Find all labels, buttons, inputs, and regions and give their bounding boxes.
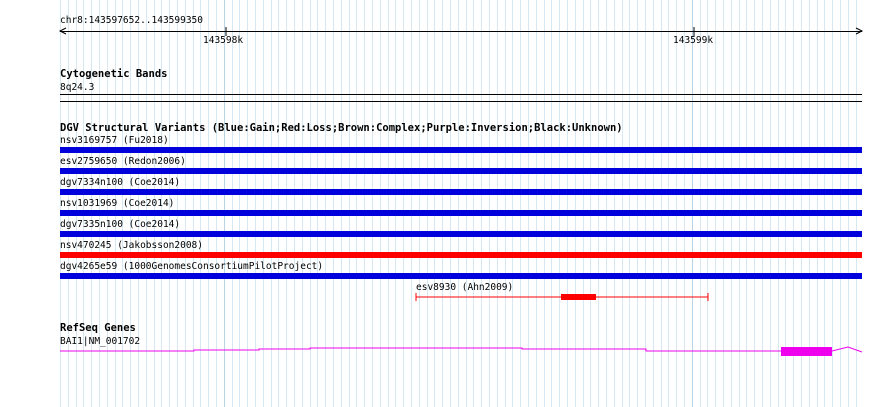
dgv-feature-bar[interactable] (60, 231, 862, 237)
ruler-tick-label-2: 143599k (673, 35, 714, 46)
ruler-arrows (58, 27, 864, 36)
dgv-feature-label[interactable]: dgv4265e59 (1000GenomesConsortiumPilotPr… (60, 261, 323, 272)
dgv-feature-bar[interactable] (60, 210, 862, 216)
dgv-feature-label[interactable]: nsv470245 (Jakobsson2008) (60, 240, 203, 251)
dgv-partial-feature-block (561, 294, 596, 300)
refseq-gene-glyph[interactable] (0, 340, 890, 364)
dgv-feature-label[interactable]: esv2759650 (Redon2006) (60, 156, 186, 167)
dgv-feature-label[interactable]: nsv3169757 (Fu2018) (60, 135, 169, 146)
ruler-tick-label-1: 143598k (203, 35, 244, 46)
dgv-track-title: DGV Structural Variants (Blue:Gain;Red:L… (60, 122, 623, 134)
dgv-feature-bar[interactable] (60, 252, 862, 258)
cytoband-top-line (60, 94, 862, 95)
genome-browser-view: chr8:143597652..143599350 143598k 143599… (0, 0, 890, 407)
dgv-feature-label[interactable]: nsv1031969 (Coe2014) (60, 198, 174, 209)
dgv-feature-bar[interactable] (60, 168, 862, 174)
refseq-gene-exon (781, 347, 832, 356)
refseq-gene-intron-line (60, 347, 781, 352)
cytoband-bottom-line (60, 101, 862, 102)
dgv-feature-bar[interactable] (60, 273, 862, 279)
dgv-feature-label[interactable]: dgv7335n100 (Coe2014) (60, 219, 180, 230)
refseq-gene-tail-line (831, 346, 863, 353)
dgv-feature-label[interactable]: dgv7334n100 (Coe2014) (60, 177, 180, 188)
dgv-partial-feature-glyph[interactable] (410, 290, 715, 304)
cytoband-track-title: Cytogenetic Bands (60, 68, 168, 80)
dgv-feature-bar[interactable] (60, 189, 862, 195)
cytoband-label[interactable]: 8q24.3 (60, 82, 94, 93)
refseq-track-title: RefSeq Genes (60, 322, 136, 334)
dgv-feature-bar[interactable] (60, 147, 862, 153)
